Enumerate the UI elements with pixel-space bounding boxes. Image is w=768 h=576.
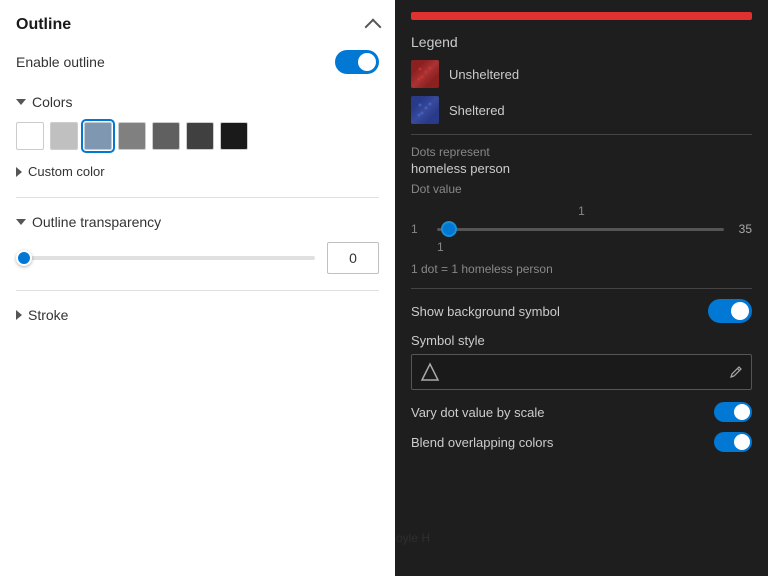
dot-slider-thumb[interactable]: [441, 221, 457, 237]
edit-symbol-icon: [729, 365, 743, 379]
divider-2: [16, 290, 379, 291]
transparency-slider-row: 0: [16, 242, 379, 274]
transparency-subsection: Outline transparency 0: [16, 214, 379, 274]
enable-outline-row: Enable outline: [16, 50, 379, 74]
dot-value-section: 1 1 35 1: [411, 204, 752, 254]
stroke-label: Stroke: [28, 307, 68, 323]
swatch-medium-blue-gray[interactable]: [84, 122, 112, 150]
vary-dot-label: Vary dot value by scale: [411, 405, 544, 420]
swatch-darker-gray[interactable]: [186, 122, 214, 150]
dot-min-label: 1: [411, 222, 429, 236]
legend-label-sheltered: Sheltered: [449, 103, 505, 118]
red-bar: [411, 12, 752, 20]
transparency-title: Outline transparency: [32, 214, 161, 230]
swatch-near-black[interactable]: [220, 122, 248, 150]
right-divider-2: [411, 288, 752, 289]
dots-represent-label: Dots represent: [411, 145, 752, 159]
custom-color-chevron-icon: [16, 167, 22, 177]
legend-icon-unsheltered: [411, 60, 439, 88]
color-swatches-container: [16, 122, 379, 150]
swatch-dark-gray[interactable]: [152, 122, 180, 150]
transparency-slider-track[interactable]: [16, 256, 315, 260]
blend-overlapping-label: Blend overlapping colors: [411, 435, 553, 450]
transparency-header[interactable]: Outline transparency: [16, 214, 379, 230]
dots-represent-value: homeless person: [411, 161, 752, 176]
legend-label-unsheltered: Unsheltered: [449, 67, 519, 82]
legend-item-sheltered: Sheltered: [411, 96, 752, 124]
custom-color-row[interactable]: Custom color: [16, 162, 379, 181]
colors-header[interactable]: Colors: [16, 94, 379, 110]
transparency-value-box[interactable]: 0: [327, 242, 379, 274]
swatch-medium-gray[interactable]: [118, 122, 146, 150]
stroke-chevron-icon: [16, 310, 22, 320]
right-panel: Legend Unsheltered Shelte: [395, 0, 768, 576]
enable-outline-label: Enable outline: [16, 54, 105, 70]
custom-color-label: Custom color: [28, 164, 105, 179]
colors-chevron-icon: [16, 99, 26, 105]
outline-title: Outline: [16, 16, 71, 34]
vary-dot-row: Vary dot value by scale: [411, 402, 752, 422]
symbol-style-box[interactable]: [411, 354, 752, 390]
stroke-row[interactable]: Stroke: [16, 307, 379, 323]
dot-value-label: Dot value: [411, 182, 752, 196]
show-background-row: Show background symbol: [411, 299, 752, 323]
symbol-style-row: Symbol style: [411, 333, 752, 390]
dot-slider-track[interactable]: [437, 228, 724, 231]
blend-overlapping-toggle[interactable]: [714, 432, 752, 452]
legend-title: Legend: [411, 34, 752, 50]
legend-item-unsheltered: Unsheltered: [411, 60, 752, 88]
legend-icon-sheltered: [411, 96, 439, 124]
symbol-shape-icon: [420, 362, 440, 382]
dot-max-label: 35: [732, 222, 752, 236]
outline-section-header: Outline: [16, 16, 379, 34]
colors-title: Colors: [32, 94, 72, 110]
left-panel: Outline Enable outline Colors Custom col…: [0, 0, 395, 576]
symbol-style-label: Symbol style: [411, 333, 752, 348]
divider-1: [16, 197, 379, 198]
show-background-label: Show background symbol: [411, 304, 560, 319]
right-divider-1: [411, 134, 752, 135]
dot-equation: 1 dot = 1 homeless person: [411, 262, 752, 276]
vary-dot-toggle[interactable]: [714, 402, 752, 422]
enable-outline-toggle[interactable]: [335, 50, 379, 74]
dot-current-label: 1: [437, 240, 752, 254]
collapse-outline-icon[interactable]: [365, 19, 382, 36]
swatch-light-gray[interactable]: [50, 122, 78, 150]
swatch-white[interactable]: [16, 122, 44, 150]
dot-top-label: 1: [411, 204, 752, 218]
transparency-chevron-icon: [16, 219, 26, 225]
show-background-toggle[interactable]: [708, 299, 752, 323]
transparency-slider-thumb[interactable]: [16, 250, 32, 266]
blend-overlapping-row: Blend overlapping colors: [411, 432, 752, 452]
colors-subsection: Colors Custom color: [16, 94, 379, 181]
dot-slider-row: 1 35: [411, 222, 752, 236]
